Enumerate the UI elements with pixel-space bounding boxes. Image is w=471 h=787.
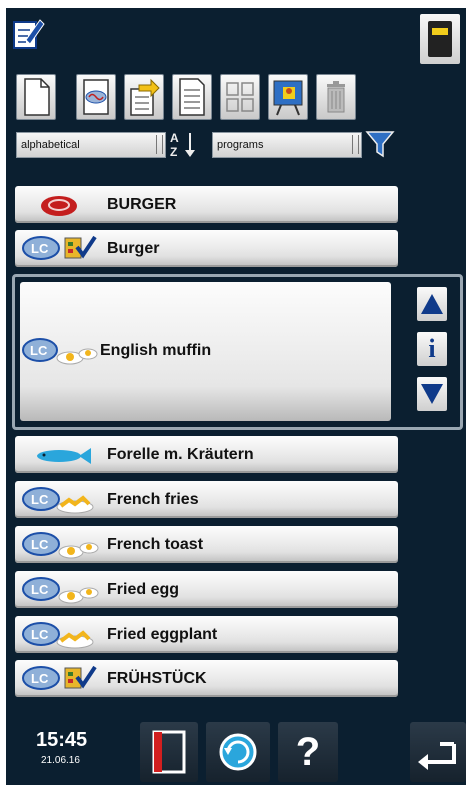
trash-icon xyxy=(327,81,345,113)
arrow-down-icon xyxy=(421,384,443,404)
lc-checklist-icon: LC xyxy=(22,235,97,260)
paste-arrow-icon xyxy=(130,78,160,116)
list-item-label: French toast xyxy=(107,536,204,553)
svg-text:LC: LC xyxy=(31,671,49,686)
lc-eggs-icon: LC xyxy=(22,338,98,365)
list-item[interactable]: LC French fries xyxy=(15,481,398,518)
steak-icon xyxy=(41,196,77,216)
list-item[interactable]: LC Burger xyxy=(15,230,398,267)
lc-eggs-icon: LC xyxy=(22,532,99,559)
presentation-board-icon xyxy=(273,80,303,116)
list-item-label: Fried eggplant xyxy=(107,626,218,643)
lc-checklist-icon: LC xyxy=(22,665,97,690)
list-item-label: Forelle m. Kräutern xyxy=(107,446,254,463)
oven-icon xyxy=(428,21,452,57)
svg-text:LC: LC xyxy=(31,492,49,507)
sort-az-icon: A Z xyxy=(170,131,195,159)
document-button[interactable] xyxy=(172,74,212,120)
lc-eggs-icon: LC xyxy=(22,577,99,604)
svg-text:LC: LC xyxy=(31,627,49,642)
info-icon: i xyxy=(428,334,436,363)
document-lines-icon xyxy=(179,78,205,116)
svg-text:A: A xyxy=(170,131,179,145)
list-item[interactable]: LC FRÜHSTÜCK xyxy=(15,660,398,697)
svg-text:LC: LC xyxy=(31,537,49,552)
list-item-label: FRÜHSTÜCK xyxy=(107,670,207,687)
svg-text:Z: Z xyxy=(170,145,177,159)
oven-door-icon xyxy=(152,730,186,774)
screen: alphabetical A Z programs BURGER LC Burg… xyxy=(6,8,466,785)
sort-select-value: alphabetical xyxy=(21,139,80,151)
care-cycle-icon xyxy=(219,733,257,771)
sort-select[interactable]: alphabetical xyxy=(16,132,166,158)
lc-fries-icon: LC xyxy=(22,622,94,649)
new-document-button[interactable] xyxy=(16,74,56,120)
clock-time: 15:45 xyxy=(36,729,88,751)
filter-button[interactable] xyxy=(364,128,396,160)
list-item[interactable]: LC French toast xyxy=(15,526,398,563)
svg-text:LC: LC xyxy=(30,343,48,358)
grid-icon xyxy=(226,82,254,112)
paste-button[interactable] xyxy=(124,74,164,120)
list-item[interactable]: BURGER xyxy=(15,186,398,223)
oven-status-button[interactable] xyxy=(420,14,460,64)
list-item[interactable]: LC Fried eggplant xyxy=(15,616,398,653)
selected-item-panel: LC English muffin i xyxy=(12,274,463,430)
back-arrow-icon xyxy=(418,742,456,770)
copy-lc-button[interactable] xyxy=(76,74,116,120)
cleaning-button[interactable] xyxy=(206,722,270,782)
list-item[interactable]: Forelle m. Kräutern xyxy=(15,436,398,473)
funnel-icon xyxy=(365,131,395,158)
help-button[interactable]: ? xyxy=(278,722,338,782)
list-item-label: Fried egg xyxy=(107,581,180,598)
scroll-up-button[interactable] xyxy=(417,287,447,321)
presentation-button[interactable] xyxy=(268,74,308,120)
edit-note-icon[interactable] xyxy=(12,16,46,50)
list-item-label: English muffin xyxy=(100,342,212,359)
footer-bar: 15:45 21.06.16 ? xyxy=(6,715,466,785)
scroll-down-button[interactable] xyxy=(417,377,447,411)
copy-lc-icon xyxy=(83,79,109,115)
lc-fries-icon: LC xyxy=(22,487,94,514)
door-status-button[interactable] xyxy=(140,722,198,782)
list-item[interactable]: LC Fried egg xyxy=(15,571,398,608)
list-item-label: Burger xyxy=(107,240,160,257)
arrow-up-icon xyxy=(421,294,443,314)
sort-az-button[interactable]: A Z xyxy=(168,128,200,160)
filter-select[interactable]: programs xyxy=(212,132,362,158)
svg-text:LC: LC xyxy=(31,582,49,597)
list-item-selected[interactable]: LC English muffin xyxy=(20,282,391,421)
list-item-label: French fries xyxy=(107,491,199,508)
clock-date: 21.06.16 xyxy=(41,755,80,766)
help-icon: ? xyxy=(295,730,321,774)
svg-text:LC: LC xyxy=(31,241,49,256)
back-button[interactable] xyxy=(410,722,466,782)
info-button[interactable]: i xyxy=(417,332,447,366)
grid-view-button[interactable] xyxy=(220,74,260,120)
new-document-icon xyxy=(24,78,50,116)
list-item-label: BURGER xyxy=(107,196,177,213)
filter-select-value: programs xyxy=(217,139,264,151)
delete-button[interactable] xyxy=(316,74,356,120)
fish-icon xyxy=(37,448,91,464)
